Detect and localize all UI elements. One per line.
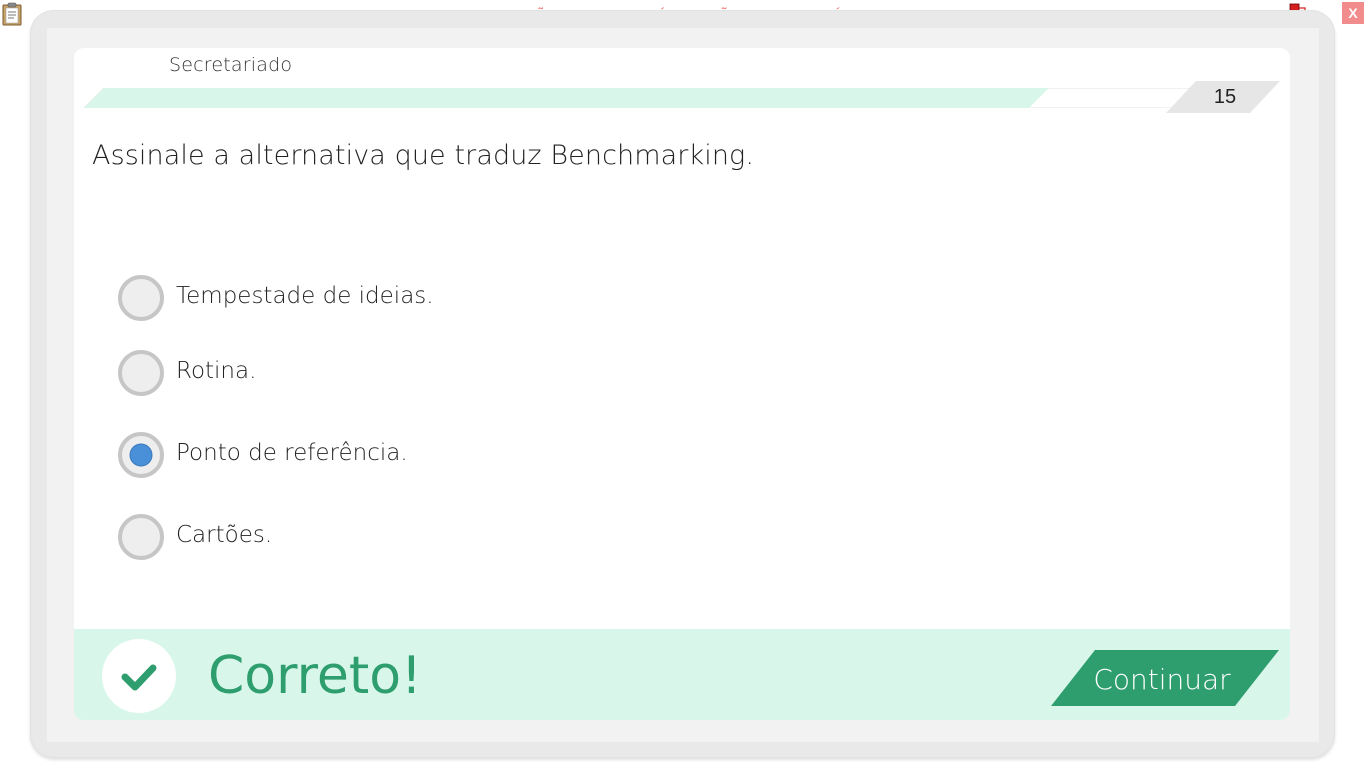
subject-title: Secretariado (169, 54, 293, 76)
progress-bar (84, 88, 1194, 108)
close-button[interactable]: X (1342, 2, 1364, 24)
option-label: Ponto de referência. (176, 440, 408, 466)
radio-button[interactable] (118, 275, 164, 321)
feedback-status: Correto! (208, 646, 422, 706)
question-number: 15 (1213, 86, 1237, 108)
option-label: Tempestade de ideias. (176, 283, 434, 309)
question-text: Assinale a alternativa que traduz Benchm… (92, 140, 755, 171)
radio-button[interactable] (118, 514, 164, 560)
option-label: Rotina. (176, 358, 257, 384)
radio-button-selected[interactable] (118, 432, 164, 478)
option-1[interactable]: Tempestade de ideias. (118, 275, 678, 323)
radio-button[interactable] (118, 350, 164, 396)
clipboard-icon[interactable] (2, 2, 22, 26)
option-4[interactable]: Cartões. (118, 514, 678, 562)
continue-button[interactable] (1051, 650, 1279, 706)
checkmark-icon (102, 639, 176, 713)
option-label: Cartões. (176, 522, 273, 548)
progress-bar-fill (84, 88, 1049, 108)
option-3[interactable]: Ponto de referência. (118, 432, 678, 480)
option-2[interactable]: Rotina. (118, 350, 678, 398)
